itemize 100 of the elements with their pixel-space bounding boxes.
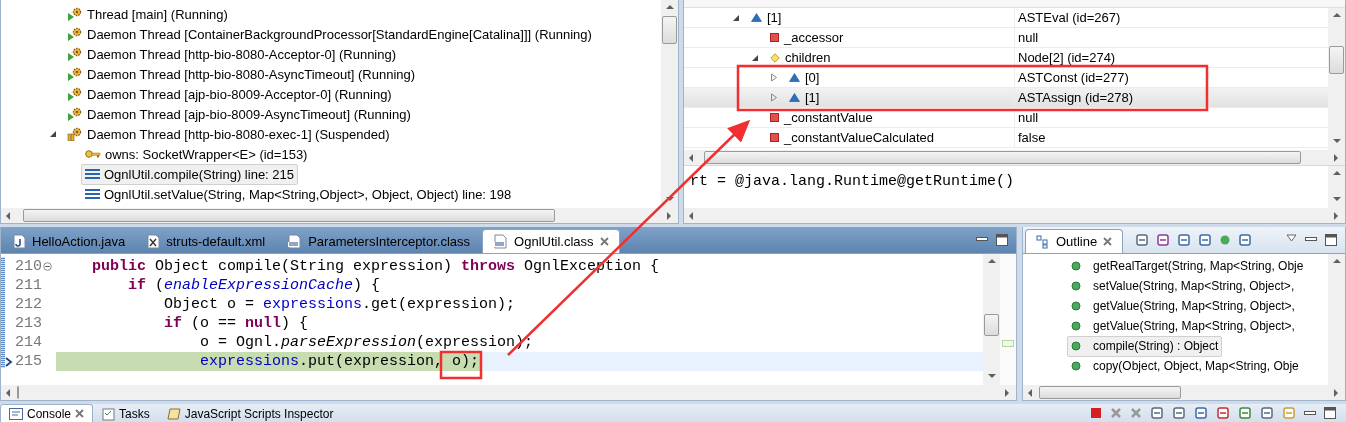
outline-tab[interactable]: Outline	[1025, 229, 1124, 253]
view-tab[interactable]: Tasks	[94, 405, 158, 422]
vertical-scrollbar[interactable]	[1328, 254, 1345, 385]
expanded-arrow-icon[interactable]	[49, 130, 57, 138]
code-text: expressions.put(expression, o);	[56, 352, 482, 371]
maximize-icon[interactable]	[996, 234, 1008, 246]
variable-value: null	[1017, 29, 1040, 47]
triangle-icon	[789, 73, 800, 82]
stack-frame-icon	[85, 168, 100, 180]
editor-tab[interactable]: OgnlUtil.class	[482, 229, 620, 253]
editor-tab[interactable]: ParametersInterceptor.class	[277, 230, 481, 253]
stack-frame-icon	[85, 188, 100, 200]
variable-value: ASTConst (id=277)	[1017, 69, 1130, 87]
outline-item[interactable]: copy(Object, Object, Map<String, Obje	[1067, 355, 1303, 377]
monitor-item[interactable]: owns: SocketWrapper<E> (id=153)	[81, 143, 312, 165]
line-number: 214	[15, 334, 42, 351]
variable-name: [0]	[805, 70, 820, 85]
triangle-icon	[789, 93, 800, 102]
breakpoint-ruler[interactable]	[1, 257, 5, 368]
variable-row[interactable]: [1] ASTEval (id=267)	[684, 8, 1328, 28]
square-icon	[770, 133, 779, 142]
horizontal-scrollbar[interactable]	[684, 150, 1345, 165]
maximize-icon[interactable]	[1325, 234, 1337, 246]
thread-item[interactable]: Daemon Thread [ajp-bio-8009-AsyncTimeout] (Running)	[63, 103, 415, 125]
line-number: 215	[15, 353, 42, 370]
code-text: if (o == null) {	[163, 314, 310, 333]
close-icon[interactable]	[599, 237, 609, 246]
horizontal-scrollbar[interactable]	[1, 208, 678, 223]
highlight-box	[439, 350, 483, 380]
thread-item[interactable]: Daemon Thread [ajp-bio-8009-Acceptor-0] (Running)	[63, 83, 396, 105]
outline-item[interactable]: setValue(String, Map<String, Object>,	[1067, 275, 1299, 297]
view-menu-icon[interactable]	[1286, 234, 1297, 242]
thread-item[interactable]: Thread [main] (Running)	[63, 3, 232, 25]
horizontal-scrollbar[interactable]	[684, 208, 1345, 223]
code-text: if (enableExpressionCache) {	[127, 276, 382, 295]
variable-row[interactable]: _constantValue null	[684, 108, 1328, 128]
close-icon[interactable]	[1103, 237, 1113, 246]
thread-item[interactable]: Daemon Thread [ContainerBackgroundProcessor[StandardEngine[Catalina]]] (Running)	[63, 23, 596, 45]
variable-row[interactable]: _constantValueCalculated false	[684, 128, 1328, 148]
variable-value: ASTEval (id=267)	[1017, 9, 1122, 27]
stop-icon[interactable]	[1090, 407, 1102, 419]
java-file-icon	[13, 234, 26, 249]
variable-row[interactable]: _accessor null	[684, 28, 1328, 48]
maximize-icon[interactable]	[1324, 407, 1336, 419]
variable-value: Node[2] (id=274)	[1017, 49, 1117, 67]
variable-name: _constantValue	[784, 110, 873, 125]
variable-row[interactable]: [0] ASTConst (id=277)	[684, 68, 1328, 88]
outline-item[interactable]: getValue(String, Map<String, Object>,	[1067, 315, 1299, 337]
thread-item[interactable]: Daemon Thread [http-bio-8080-exec-1] (Suspended)	[63, 123, 394, 145]
variable-row[interactable]: children Node[2] (id=274)	[684, 48, 1328, 68]
square-icon	[770, 33, 779, 42]
horizontal-scrollbar[interactable]	[1, 385, 1016, 400]
horizontal-scrollbar[interactable]	[1023, 385, 1345, 400]
variable-row[interactable]: [1] ASTAssign (id=278)	[684, 88, 1328, 108]
vertical-scrollbar[interactable]	[1328, 166, 1345, 208]
outline-item[interactable]: getRealTarget(String, Map<String, Obje	[1067, 255, 1308, 277]
outline-item[interactable]: compile(String) : Object	[1067, 335, 1223, 357]
class-file-icon	[493, 234, 509, 249]
view-tab[interactable]: JavaScript Scripts Inspector	[158, 405, 342, 422]
close-icon[interactable]	[75, 409, 85, 418]
expanded-arrow-icon[interactable]	[751, 53, 759, 62]
ruler-marker[interactable]	[1002, 340, 1014, 347]
vertical-scrollbar[interactable]	[983, 254, 1000, 385]
thread-item[interactable]: Daemon Thread [http-bio-8080-AsyncTimeout] (Running)	[63, 63, 420, 85]
variable-name: [1]	[767, 10, 782, 25]
diamond-icon	[770, 52, 780, 63]
class-file-icon	[287, 234, 303, 249]
detail-expression: rt = @java.lang.Runtime@getRuntime()	[689, 172, 1016, 192]
line-number: 212	[15, 296, 42, 313]
key-icon	[85, 149, 101, 159]
variable-name: _accessor	[784, 30, 844, 45]
line-number: 210	[15, 258, 42, 275]
vertical-scrollbar[interactable]	[661, 0, 678, 208]
variable-name: [1]	[805, 90, 820, 105]
view-tab[interactable]: Console	[0, 404, 94, 422]
editor-tab[interactable]: struts-default.xml	[137, 230, 276, 253]
collapsed-arrow-icon[interactable]	[770, 73, 778, 82]
square-icon	[770, 113, 779, 122]
editor-tab[interactable]: HelloAction.java	[3, 230, 136, 253]
variable-value: false	[1017, 129, 1047, 147]
xml-file-icon	[147, 234, 161, 249]
variable-name: children	[785, 50, 831, 65]
line-number: 211	[15, 277, 42, 294]
outline-item[interactable]: getValue(String, Map<String, Object>,	[1067, 295, 1299, 317]
variable-name: _constantValueCalculated	[784, 130, 935, 145]
variable-value: ASTAssign (id=278)	[1017, 89, 1134, 107]
stack-frame-item[interactable]: OgnlUtil.compile(String) line: 215	[81, 163, 299, 185]
fold-icon[interactable]	[43, 262, 52, 271]
console-icon	[9, 407, 23, 420]
variable-value: null	[1017, 109, 1040, 127]
thread-item[interactable]: Daemon Thread [http-bio-8080-Acceptor-0] (Running)	[63, 43, 401, 65]
scroll-icon	[166, 406, 181, 421]
line-number: 213	[15, 315, 42, 332]
collapsed-arrow-icon[interactable]	[770, 93, 778, 102]
vertical-scrollbar[interactable]	[1328, 8, 1345, 150]
code-text: Object o = expressions.get(expression);	[163, 295, 517, 314]
expanded-arrow-icon[interactable]	[732, 13, 740, 22]
outline-icon	[1036, 234, 1050, 249]
clipboard-icon	[102, 406, 116, 421]
stack-frame-item[interactable]: OgnlUtil.setValue(String, Map<String,Object>, Object, Object) line: 198	[81, 183, 516, 205]
